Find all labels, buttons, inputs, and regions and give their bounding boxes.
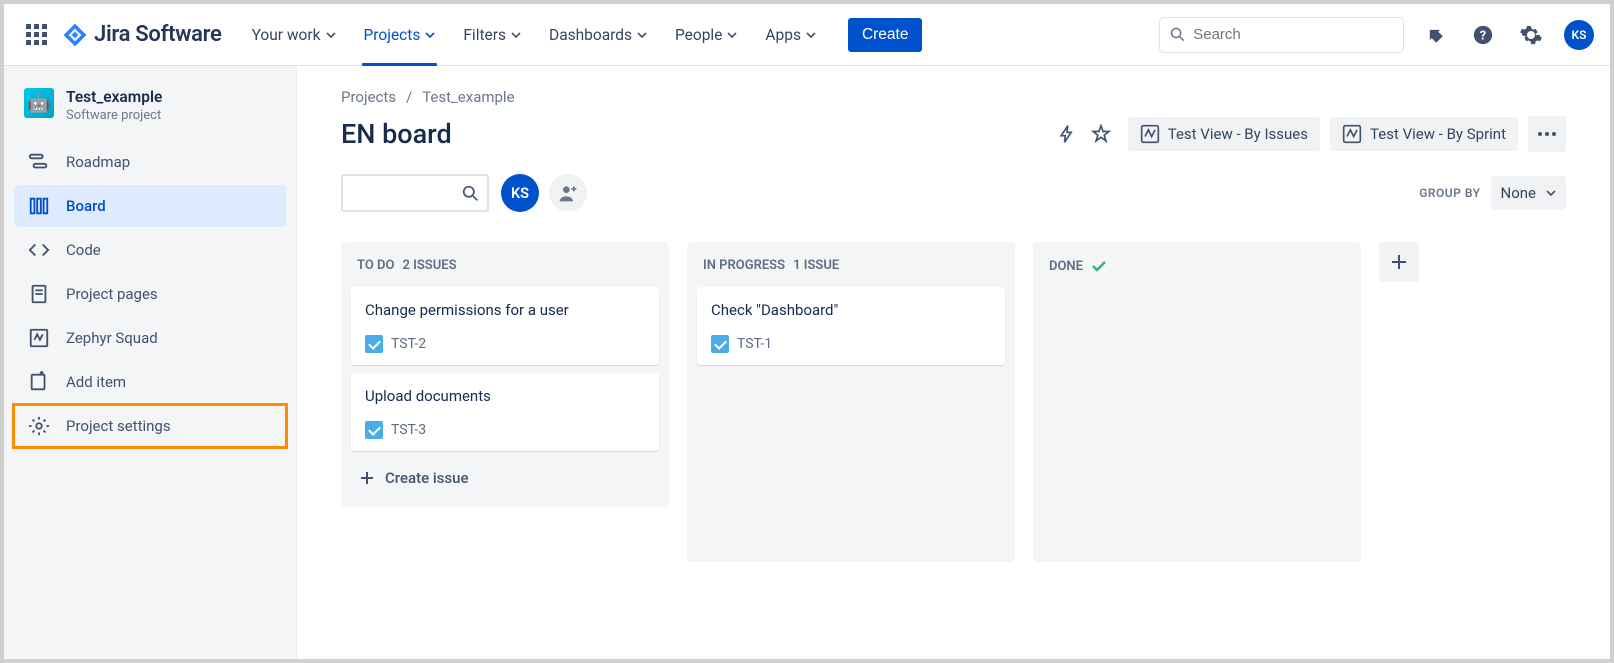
settings-icon[interactable] <box>1514 18 1548 52</box>
card-title: Check "Dashboard" <box>711 301 991 319</box>
sidebar-item-code[interactable]: Code <box>14 229 286 271</box>
add-column-button[interactable] <box>1379 242 1419 282</box>
column-in-progress: IN PROGRESS 1 ISSUE Check "Dashboard" TS… <box>687 242 1015 562</box>
breadcrumb: Projects / Test_example <box>341 88 1566 106</box>
nav-your-work[interactable]: Your work <box>238 4 350 65</box>
search-icon <box>1170 26 1185 43</box>
nav-filters[interactable]: Filters <box>449 4 535 65</box>
view-by-issues-button[interactable]: Test View - By Issues <box>1128 117 1320 151</box>
chevron-down-icon <box>326 30 336 40</box>
create-button[interactable]: Create <box>848 18 923 52</box>
chevron-down-icon <box>806 30 816 40</box>
app-switcher-icon[interactable] <box>20 19 52 51</box>
view-by-sprint-button[interactable]: Test View - By Sprint <box>1330 117 1518 151</box>
column-header[interactable]: TO DO 2 ISSUES <box>351 258 659 287</box>
board-columns: TO DO 2 ISSUES Change permissions for a … <box>341 242 1566 562</box>
main-content: Projects / Test_example EN board Test Vi… <box>297 66 1610 659</box>
sidebar-item-label: Add item <box>66 373 126 391</box>
breadcrumb-root[interactable]: Projects <box>341 88 396 106</box>
project-type: Software project <box>66 108 162 123</box>
nav-people[interactable]: People <box>661 4 751 65</box>
column-header[interactable]: IN PROGRESS 1 ISSUE <box>697 258 1005 287</box>
sidebar-item-board[interactable]: Board <box>14 185 286 227</box>
column-todo: TO DO 2 ISSUES Change permissions for a … <box>341 242 669 507</box>
chevron-down-icon <box>425 30 435 40</box>
sidebar-item-label: Board <box>66 197 106 215</box>
top-navbar: Jira Software Your work Projects Filters… <box>4 4 1610 66</box>
settings-icon <box>28 415 50 437</box>
zephyr-icon <box>1140 124 1160 144</box>
add-item-icon <box>28 371 50 393</box>
chevron-down-icon <box>727 30 737 40</box>
more-actions-button[interactable] <box>1528 116 1566 152</box>
automation-icon[interactable] <box>1050 117 1084 151</box>
ellipsis-icon <box>1537 131 1557 137</box>
task-type-icon <box>711 335 729 353</box>
plus-icon <box>1389 252 1409 272</box>
create-issue-button[interactable]: Create issue <box>351 459 659 497</box>
sidebar-item-label: Code <box>66 241 101 259</box>
sidebar-item-label: Project pages <box>66 285 158 303</box>
logo-text: Jira Software <box>94 22 222 47</box>
chevron-down-icon <box>637 30 647 40</box>
search-field[interactable] <box>1159 17 1404 53</box>
task-type-icon <box>365 421 383 439</box>
project-header[interactable]: 🤖 Test_example Software project <box>14 84 286 141</box>
breadcrumb-project[interactable]: Test_example <box>422 88 514 106</box>
sidebar-item-project-pages[interactable]: Project pages <box>14 273 286 315</box>
code-icon <box>28 239 50 261</box>
project-icon: 🤖 <box>24 88 54 118</box>
search-input[interactable] <box>1193 26 1393 43</box>
column-header[interactable]: DONE <box>1043 258 1351 288</box>
task-type-icon <box>365 335 383 353</box>
user-avatar[interactable]: KS <box>1564 20 1594 50</box>
sidebar-item-label: Zephyr Squad <box>66 329 158 347</box>
star-icon[interactable] <box>1084 117 1118 151</box>
sidebar-item-roadmap[interactable]: Roadmap <box>14 141 286 183</box>
nav-projects[interactable]: Projects <box>350 4 450 65</box>
groupby-select[interactable]: None <box>1491 176 1567 210</box>
board-title: EN board <box>341 118 452 150</box>
issue-card[interactable]: Change permissions for a user TST-2 <box>351 287 659 365</box>
add-people-button[interactable] <box>549 174 587 212</box>
board-search-input[interactable] <box>341 174 489 212</box>
nav-dashboards[interactable]: Dashboards <box>535 4 661 65</box>
project-sidebar: 🤖 Test_example Software project Roadmap … <box>4 66 297 659</box>
assignee-filter-avatar[interactable]: KS <box>501 174 539 212</box>
notifications-icon[interactable] <box>1418 18 1452 52</box>
column-done: DONE <box>1033 242 1361 562</box>
help-icon[interactable]: ? <box>1466 18 1500 52</box>
jira-diamond-icon <box>62 22 88 48</box>
zephyr-icon <box>28 327 50 349</box>
sidebar-item-label: Roadmap <box>66 153 130 171</box>
svg-text:?: ? <box>1480 28 1486 43</box>
pages-icon <box>28 283 50 305</box>
sidebar-item-zephyr[interactable]: Zephyr Squad <box>14 317 286 359</box>
card-key: TST-3 <box>391 422 426 438</box>
jira-logo[interactable]: Jira Software <box>62 22 222 48</box>
groupby-label: GROUP BY <box>1419 186 1480 200</box>
board-icon <box>28 195 50 217</box>
roadmap-icon <box>28 151 50 173</box>
add-person-icon <box>558 183 578 203</box>
chevron-down-icon <box>511 30 521 40</box>
plus-icon <box>359 470 375 486</box>
card-key: TST-1 <box>737 336 772 352</box>
issue-card[interactable]: Upload documents TST-3 <box>351 373 659 451</box>
sidebar-item-label: Project settings <box>66 417 171 435</box>
zephyr-icon <box>1342 124 1362 144</box>
project-name: Test_example <box>66 88 162 106</box>
check-icon <box>1091 258 1107 274</box>
card-key: TST-2 <box>391 336 426 352</box>
nav-apps[interactable]: Apps <box>751 4 830 65</box>
issue-card[interactable]: Check "Dashboard" TST-1 <box>697 287 1005 365</box>
card-title: Change permissions for a user <box>365 301 645 319</box>
sidebar-item-project-settings[interactable]: Project settings <box>14 405 286 447</box>
chevron-down-icon <box>1546 188 1556 198</box>
card-title: Upload documents <box>365 387 645 405</box>
search-icon <box>462 185 479 202</box>
sidebar-item-add[interactable]: Add item <box>14 361 286 403</box>
